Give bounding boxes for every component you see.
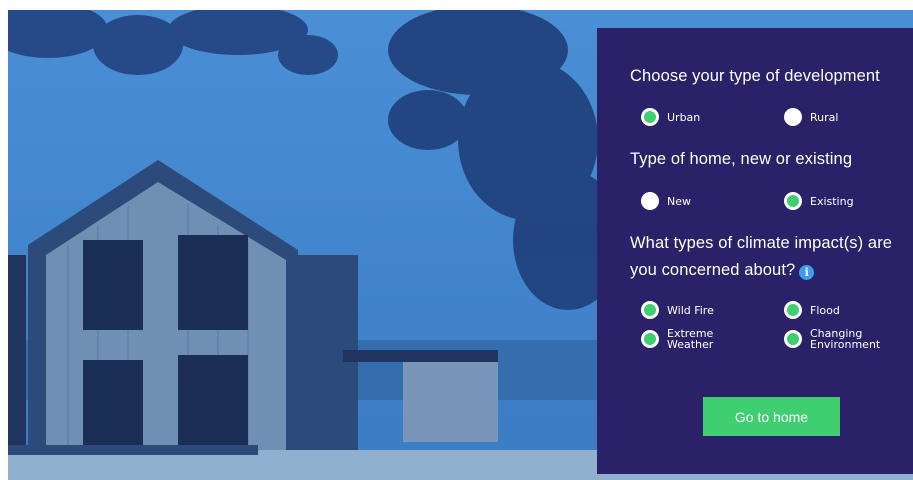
changing-environment-label-line2: Environment — [810, 338, 881, 351]
new-label: New — [667, 194, 691, 208]
urban-radio-icon[interactable] — [641, 108, 659, 126]
new-radio-option[interactable]: New — [641, 192, 691, 210]
new-radio-icon[interactable] — [641, 192, 659, 210]
rural-radio-icon[interactable] — [784, 108, 802, 126]
info-icon[interactable]: i — [799, 265, 815, 280]
climate-impact-question: What types of climate impact(s) are you … — [630, 230, 892, 284]
extreme-weather-label: Extreme Weather — [667, 328, 713, 350]
go-to-home-button[interactable]: Go to home — [703, 397, 840, 436]
extreme-weather-radio-icon[interactable] — [641, 330, 659, 348]
existing-radio-option[interactable]: Existing — [784, 192, 854, 210]
extreme-weather-radio-option[interactable]: Extreme Weather — [641, 328, 713, 350]
urban-radio-option[interactable]: Urban — [641, 108, 700, 126]
rural-label: Rural — [810, 110, 839, 124]
preferences-panel: Choose your type of development Urban Ru… — [597, 28, 913, 474]
existing-label: Existing — [810, 194, 854, 208]
development-type-question: Choose your type of development — [630, 67, 880, 85]
wild-fire-radio-option[interactable]: Wild Fire — [641, 301, 714, 319]
changing-environment-radio-option[interactable]: Changing Environment — [784, 328, 880, 350]
extreme-weather-label-line2: Weather — [667, 338, 714, 351]
flood-radio-icon[interactable] — [784, 301, 802, 319]
existing-radio-icon[interactable] — [784, 192, 802, 210]
changing-environment-radio-icon[interactable] — [784, 330, 802, 348]
home-type-question: Type of home, new or existing — [630, 150, 853, 168]
climate-question-line1: What types of climate impact(s) are — [630, 234, 893, 252]
wild-fire-radio-icon[interactable] — [641, 301, 659, 319]
urban-label: Urban — [667, 110, 701, 124]
flood-label: Flood — [810, 303, 840, 317]
flood-radio-option[interactable]: Flood — [784, 301, 840, 319]
climate-question-line2-text: you concerned about? — [630, 261, 796, 279]
page: Choose your type of development Urban Ru… — [0, 0, 913, 480]
climate-question-line2: you concerned about? i — [630, 257, 892, 284]
changing-environment-label: Changing Environment — [810, 328, 880, 350]
wild-fire-label: Wild Fire — [667, 303, 714, 317]
rural-radio-option[interactable]: Rural — [784, 108, 838, 126]
